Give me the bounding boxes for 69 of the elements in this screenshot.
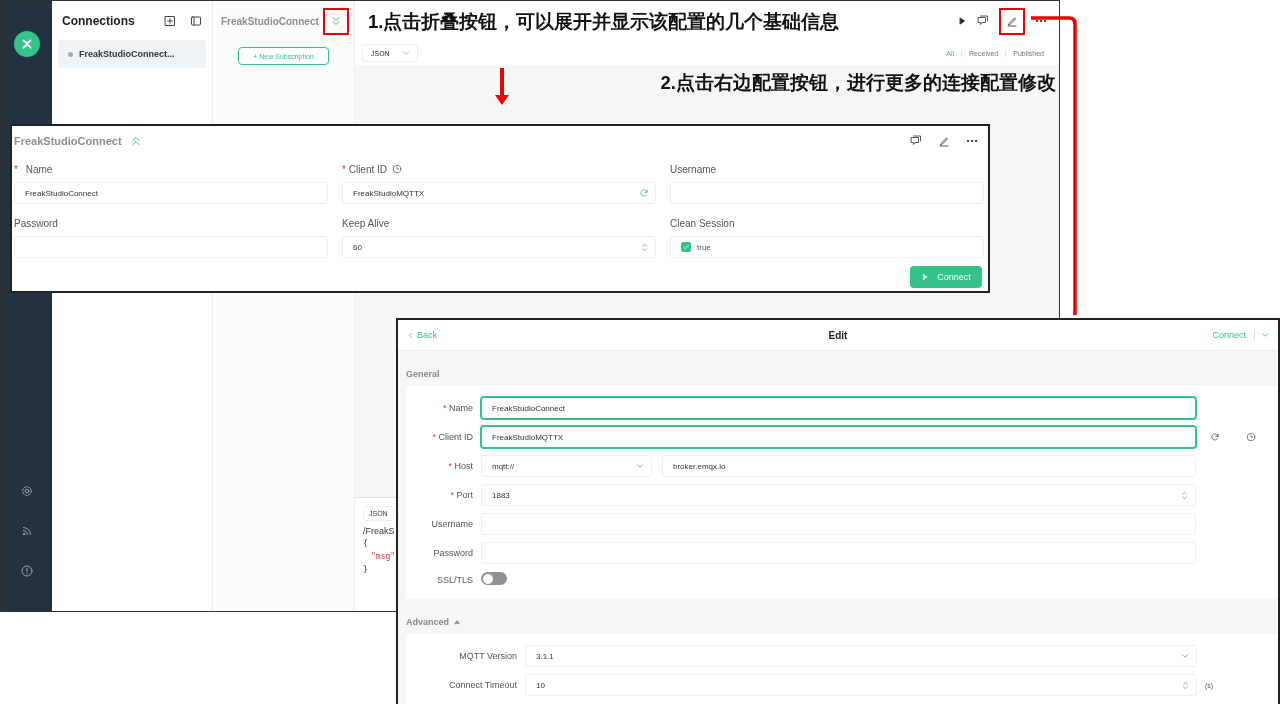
info-icon[interactable]	[20, 565, 33, 577]
panel-title: Connections	[62, 14, 136, 28]
field-label: MQTT Version	[458, 651, 517, 661]
layout-icon[interactable]	[190, 15, 202, 27]
refresh-icon[interactable]	[1210, 432, 1220, 442]
refresh-icon[interactable]	[639, 188, 649, 198]
spinner-icon[interactable]	[1181, 679, 1190, 691]
field-label: SSL/TLS	[435, 575, 473, 585]
chevron-down-icon[interactable]	[1260, 330, 1270, 340]
double-chevron-down-icon[interactable]	[329, 15, 342, 27]
field-label: * Client ID	[342, 163, 388, 175]
input-field[interactable]: FreakStudioConnect	[14, 182, 328, 204]
chat-icon[interactable]	[910, 135, 922, 147]
annotation-text: 1.点击折叠按钮，可以展开并显示该配置的几个基础信息	[368, 9, 840, 34]
checkbox-label: true	[697, 242, 711, 252]
payload-line: {	[363, 539, 368, 549]
field-label: * Name	[441, 403, 473, 413]
topic-text: /FreakS	[363, 526, 395, 536]
field-label: Connect Timeout	[447, 680, 517, 690]
toggle-switch[interactable]	[481, 572, 507, 585]
chevron-left-icon	[406, 330, 415, 340]
add-icon[interactable]	[164, 15, 176, 27]
page-title: Edit	[828, 329, 848, 341]
play-icon[interactable]	[957, 16, 967, 26]
input-field[interactable]: 3.1.1	[525, 645, 1197, 667]
settings-icon[interactable]	[20, 485, 33, 497]
field-label: * Client ID	[431, 432, 473, 442]
chevron-down-icon[interactable]	[401, 48, 411, 58]
field-label: * Name	[14, 162, 54, 176]
chevron-down-icon[interactable]	[635, 461, 645, 471]
select-field[interactable]: mqtt://	[481, 455, 652, 477]
field-label: * Port	[449, 490, 473, 500]
input-field[interactable]: FreakStudioMQTTX	[481, 426, 1196, 448]
checkbox[interactable]	[681, 242, 691, 252]
arrow-line	[495, 68, 509, 105]
section-title: General	[406, 369, 440, 379]
clock-icon[interactable]	[1246, 432, 1256, 442]
field-label: Username	[670, 162, 718, 176]
field-label: * Host	[447, 461, 473, 471]
payload-line: }	[363, 565, 368, 575]
input-field[interactable]: FreakStudioConnect	[481, 397, 1196, 419]
spinner-icon[interactable]	[640, 241, 649, 253]
input-field[interactable]: broker.emqx.io	[662, 455, 1196, 477]
field-label: Username	[430, 519, 473, 529]
chevron-down-icon[interactable]	[1180, 651, 1190, 661]
rss-icon[interactable]	[20, 525, 33, 537]
input-field[interactable]: FreakStudioMQTTX	[342, 182, 656, 204]
connection-title: FreakStudioConnect	[221, 15, 319, 27]
pencil-icon[interactable]	[1006, 15, 1018, 27]
field-label: Clean Session	[670, 216, 736, 230]
input-field[interactable]: 1883	[481, 484, 1196, 506]
payload-line: "msg"	[370, 552, 396, 562]
field-label: Password	[14, 216, 59, 230]
pencil-icon[interactable]	[938, 135, 950, 147]
chat-icon[interactable]	[977, 15, 989, 27]
play-icon	[921, 273, 930, 281]
double-chevron-up-icon[interactable]	[129, 135, 142, 147]
annotation-text: 2.点击右边配置按钮，进行更多的连接配置修改	[660, 71, 1056, 95]
field-label: Keep Alive	[342, 216, 391, 230]
connection-title: FreakStudioConnect	[14, 135, 122, 147]
check-icon	[682, 243, 690, 251]
field-label: Password	[432, 548, 473, 558]
connection-item[interactable]: FreakStudioConnect...	[58, 40, 206, 68]
spinner-icon[interactable]	[1180, 489, 1189, 501]
caret-up-icon[interactable]	[453, 618, 461, 626]
input-field[interactable]: 60	[342, 236, 656, 258]
logo-mark-icon	[19, 37, 34, 51]
input-field[interactable]: 10	[525, 674, 1197, 696]
clock-icon[interactable]	[392, 164, 403, 174]
